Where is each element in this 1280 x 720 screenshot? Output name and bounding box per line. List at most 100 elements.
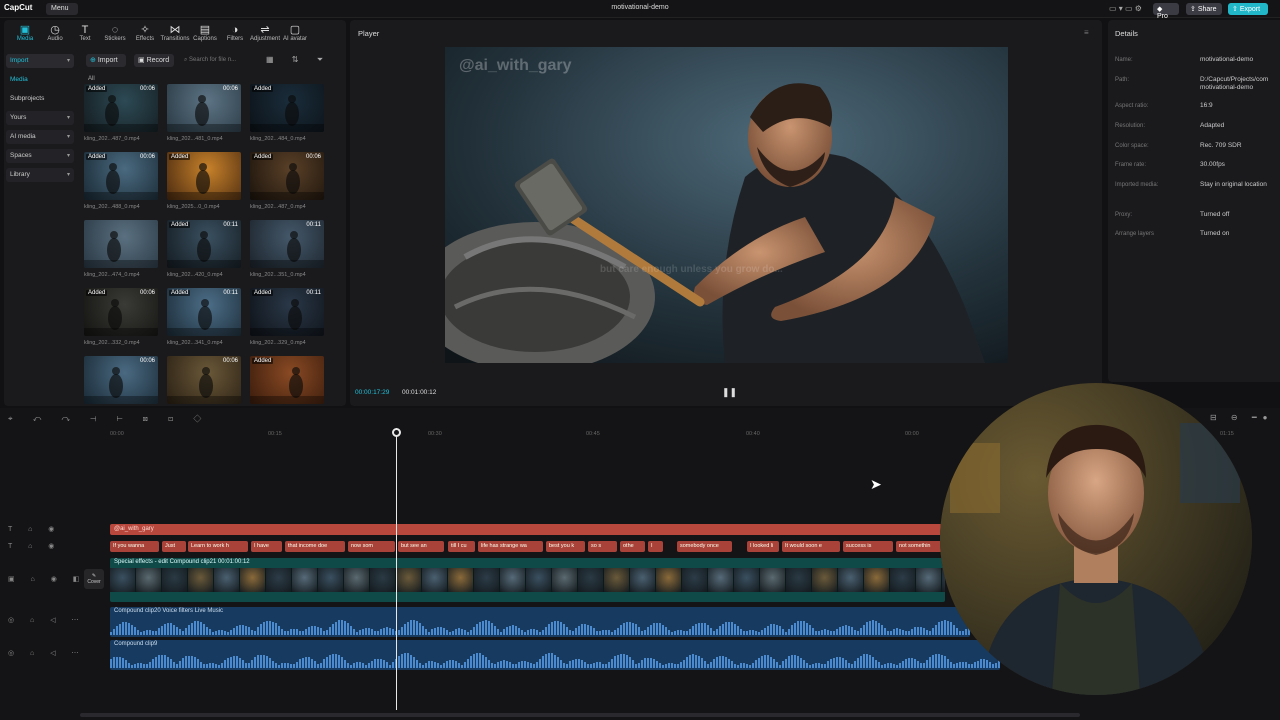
sidebar-item-import[interactable]: Import ▾ [6, 54, 74, 68]
media-thumbnail[interactable]: Added 00:06 [84, 152, 158, 200]
media-thumbnail[interactable]: Added [250, 356, 324, 404]
filmstrip-frame [344, 568, 370, 592]
waveform-bar [710, 662, 712, 668]
caption-clip[interactable]: somebody once [677, 541, 732, 552]
media-thumbnail[interactable]: Added 00:11 [250, 288, 324, 336]
tab-label: Media [16, 36, 34, 42]
sidebar-item-label: Subprojects [10, 95, 45, 102]
text-track-controls[interactable]: T ⌂ ◉ [8, 525, 61, 533]
waveform-bar [797, 656, 799, 668]
tab-captions[interactable]: ▤ Captions [188, 24, 222, 42]
media-thumbnail[interactable]: Added 00:06 [84, 288, 158, 336]
player-menu-icon[interactable]: ≡ [1084, 28, 1089, 37]
tab-filters[interactable]: ◑ Filters [218, 24, 252, 42]
import-button[interactable]: ⊕ Import [86, 54, 126, 67]
waveform-bar [410, 654, 412, 668]
waveform-bar [770, 624, 772, 635]
caption-clip[interactable]: that income doe [285, 541, 345, 552]
audio2-track-controls[interactable]: ◎ ⌂ ◁ ⋯ [8, 649, 86, 657]
waveform-bar [455, 629, 457, 635]
export-button[interactable]: ⇧ Export [1228, 3, 1268, 15]
waveform-bar [431, 661, 433, 668]
caption-clip[interactable]: I have [251, 541, 282, 552]
timeline-tools[interactable]: ⌖ ↶ ↷ ⊣ ⊢ ⊠ ⊡ ◇ [8, 414, 210, 424]
caption-clip[interactable]: not somethin [896, 541, 942, 552]
caption-clip[interactable]: It would soon e [782, 541, 840, 552]
tab-effects[interactable]: ✧ Effects [128, 24, 162, 42]
waveform-bar [536, 630, 538, 635]
tab-media[interactable]: ▣ Media [8, 24, 42, 42]
search-input[interactable]: ⌕ Search for file n... [180, 54, 252, 67]
media-thumbnail[interactable] [84, 220, 158, 268]
caption-clip[interactable]: othe [620, 541, 645, 552]
media-thumbnail[interactable]: 00:06 [84, 356, 158, 404]
media-thumbnail[interactable]: 00:11 [250, 220, 324, 268]
record-button[interactable]: ▣ Record [134, 54, 174, 67]
tab-stickers[interactable]: ◌ Stickers [98, 24, 132, 42]
caption-clip[interactable]: now som [348, 541, 395, 552]
sidebar-item-library[interactable]: Library ▾ [6, 168, 74, 182]
cover-button[interactable]: ✎ Cover [84, 569, 104, 589]
filmstrip-frame [266, 568, 292, 592]
sidebar-item-media[interactable]: Media [6, 73, 74, 87]
media-thumbnail[interactable]: Added [167, 152, 241, 200]
caption-clip[interactable]: best you k [546, 541, 585, 552]
audio1-track-controls[interactable]: ◎ ⌂ ◁ ⋯ [8, 616, 86, 624]
layout-icons[interactable]: ▭ ▾ ▭ ⚙ [1109, 4, 1142, 13]
sidebar-item-spaces[interactable]: Spaces ▾ [6, 149, 74, 163]
tab-transitions[interactable]: ⋈ Transitions [158, 24, 192, 42]
waveform-bar [950, 622, 952, 635]
media-thumbnail[interactable]: Added 00:06 [250, 152, 324, 200]
caption-clip[interactable]: I [648, 541, 663, 552]
media-thumbnail[interactable]: 00:06 [167, 356, 241, 404]
waveform-bar [992, 664, 994, 668]
sidebar-item-yours[interactable]: Yours ▾ [6, 111, 74, 125]
waveform-bar [884, 627, 886, 635]
waveform-bar [314, 661, 316, 668]
caption-clip[interactable]: but see an [398, 541, 444, 552]
caption-clip[interactable]: till I cu [448, 541, 475, 552]
share-button[interactable]: ⇪ Share [1186, 3, 1222, 15]
watermark-text-clip[interactable]: @ai_with_gary [110, 524, 942, 535]
waveform-bar [866, 622, 868, 635]
waveform-bar [932, 627, 934, 635]
waveform-bar [938, 622, 940, 635]
media-thumbnail[interactable]: Added 00:06 [84, 84, 158, 132]
media-thumbnail[interactable]: Added 00:11 [167, 220, 241, 268]
audio-clip-2[interactable] [110, 640, 1000, 670]
playhead-handle[interactable] [392, 428, 401, 437]
caption-clip[interactable]: If you wanna [110, 541, 159, 552]
waveform-bar [827, 629, 829, 635]
media-thumbnail[interactable]: 00:06 [167, 84, 241, 132]
caption-clip[interactable]: success is [843, 541, 893, 552]
timeline-scrollbar[interactable] [80, 713, 1080, 717]
media-thumbnail[interactable]: Added [250, 84, 324, 132]
view-sort-filter-icons[interactable]: ▦ ⇅ ⏷ [266, 55, 331, 65]
captions-track: If you wanna Just Learn to work hI have tha… [110, 541, 942, 552]
playhead[interactable] [396, 428, 397, 710]
tab-ai-avatar[interactable]: ▢ AI avatar [278, 24, 312, 42]
pro-button[interactable]: ◆ Pro [1153, 3, 1179, 20]
caption-track-controls[interactable]: T ⌂ ◉ [8, 542, 61, 550]
tab-audio[interactable]: ◷ Audio [38, 24, 72, 42]
waveform-bar [140, 631, 142, 635]
caption-clip[interactable]: Just [162, 541, 186, 552]
caption-clip[interactable]: so s [588, 541, 617, 552]
pause-icon[interactable]: ❚❚ [722, 387, 737, 398]
media-thumbnail[interactable]: Added 00:11 [167, 288, 241, 336]
project-title: motivational-demo [611, 4, 669, 11]
tab-text[interactable]: T Text [68, 24, 102, 42]
audio-clip-1[interactable] [110, 607, 970, 637]
details-panel [1108, 20, 1280, 382]
video-preview[interactable] [445, 47, 1008, 363]
waveform-bar [629, 657, 631, 668]
sidebar-item-subprojects[interactable]: Subprojects [6, 92, 74, 106]
waveform-bar [860, 655, 862, 668]
zoom-controls[interactable]: ⊟ ⊖ ━● [1210, 413, 1274, 422]
caption-clip[interactable]: I looked li [747, 541, 779, 552]
sidebar-item-ai-media[interactable]: AI media ▾ [6, 130, 74, 144]
caption-clip[interactable]: Learn to work h [188, 541, 248, 552]
waveform-bar [344, 660, 346, 668]
tab-adjustment[interactable]: ⇌ Adjustment [248, 24, 282, 42]
caption-clip[interactable]: life has strange wa [478, 541, 543, 552]
